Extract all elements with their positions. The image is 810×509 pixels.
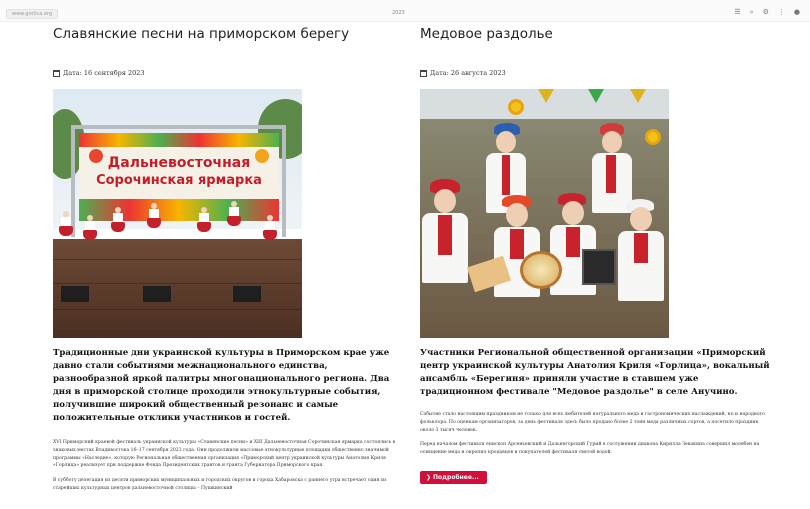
article-paragraph: Перед началом фестиваля епископ Арсеньев…	[420, 442, 760, 456]
settings-icon[interactable]: ⚙	[763, 8, 769, 17]
dancer	[59, 211, 73, 241]
article-paragraph: Событие стало настоящим праздником не то…	[420, 412, 765, 433]
read-more-label: Подробнее...	[433, 473, 479, 481]
article-lead: Участники Региональной общественной орга…	[420, 348, 770, 397]
stage-plank	[53, 259, 302, 260]
stage-plank	[53, 309, 302, 310]
accordion	[582, 249, 616, 285]
article-date: Дата: 16 сентября 2023	[53, 68, 403, 78]
stage-plank	[53, 283, 302, 284]
list-icon[interactable]: ☰	[734, 8, 740, 17]
bunting-flag	[588, 89, 604, 103]
article-photo[interactable]	[420, 89, 669, 338]
sunflower	[508, 99, 524, 115]
date-text: Дата: 26 августа 2023	[430, 69, 506, 77]
article-paragraph: В субботу делегация из десяти приморских…	[53, 478, 387, 491]
dancer	[263, 215, 277, 245]
article-title[interactable]: Славянские песни на приморском берегу	[53, 26, 403, 44]
date-text: Дата: 16 сентября 2023	[63, 69, 145, 77]
year-label: 2023	[392, 10, 405, 16]
banner-text-2: Сорочинская ярмарка	[96, 173, 262, 188]
dancer	[147, 203, 161, 233]
dancer	[227, 201, 241, 231]
article-lead: Традиционные дни украинской культуры в П…	[53, 348, 390, 423]
article-card: Медовое раздолье Дата: 26 августа 2023 У…	[420, 26, 770, 484]
banner-ornament	[79, 133, 279, 147]
toolbar-icons: ☰ ⌕ ⚙ ⋮ ●	[734, 8, 800, 17]
dancer	[111, 207, 125, 237]
banner-ornament	[79, 199, 279, 221]
stage-speaker	[233, 286, 261, 302]
user-icon[interactable]: ●	[794, 8, 800, 17]
calendar-icon	[420, 69, 427, 77]
article-body: Событие стало настоящим праздником не то…	[420, 411, 772, 457]
menu-icon[interactable]: ⋮	[778, 8, 785, 17]
stage-banner: Дальневосточная Сорочинская ярмарка	[79, 133, 279, 221]
article-title[interactable]: Медовое раздолье	[420, 26, 770, 44]
stage-speaker	[61, 286, 89, 302]
dancer	[83, 215, 97, 245]
stage-speaker	[143, 286, 171, 302]
site-url[interactable]: www.gorlica.org	[6, 9, 59, 19]
sunflower	[645, 129, 661, 145]
dancer	[197, 207, 211, 237]
article-photo[interactable]: Дальневосточная Сорочинская ярмарка	[53, 89, 302, 338]
search-icon[interactable]: ⌕	[750, 8, 754, 17]
article-body: XVI Приморский краевой фестиваль украинс…	[53, 439, 405, 493]
article-date: Дата: 26 августа 2023	[420, 68, 770, 78]
article-card: Славянские песни на приморском берегу Да…	[53, 26, 403, 500]
bunting-flag	[538, 89, 554, 103]
stage-floor	[53, 239, 302, 338]
top-bar: www.gorlica.org 2023 ☰ ⌕ ⚙ ⋮ ●	[0, 0, 810, 22]
banner-text-1: Дальневосточная	[107, 155, 251, 171]
bread-basket	[520, 251, 562, 289]
article-paragraph: XVI Приморский краевой фестиваль украинс…	[53, 440, 396, 469]
bunting-flag	[630, 89, 646, 103]
read-more-button[interactable]: ❯ Подробнее...	[420, 470, 487, 484]
calendar-icon	[53, 69, 60, 77]
chevron-right-icon: ❯	[426, 473, 432, 481]
